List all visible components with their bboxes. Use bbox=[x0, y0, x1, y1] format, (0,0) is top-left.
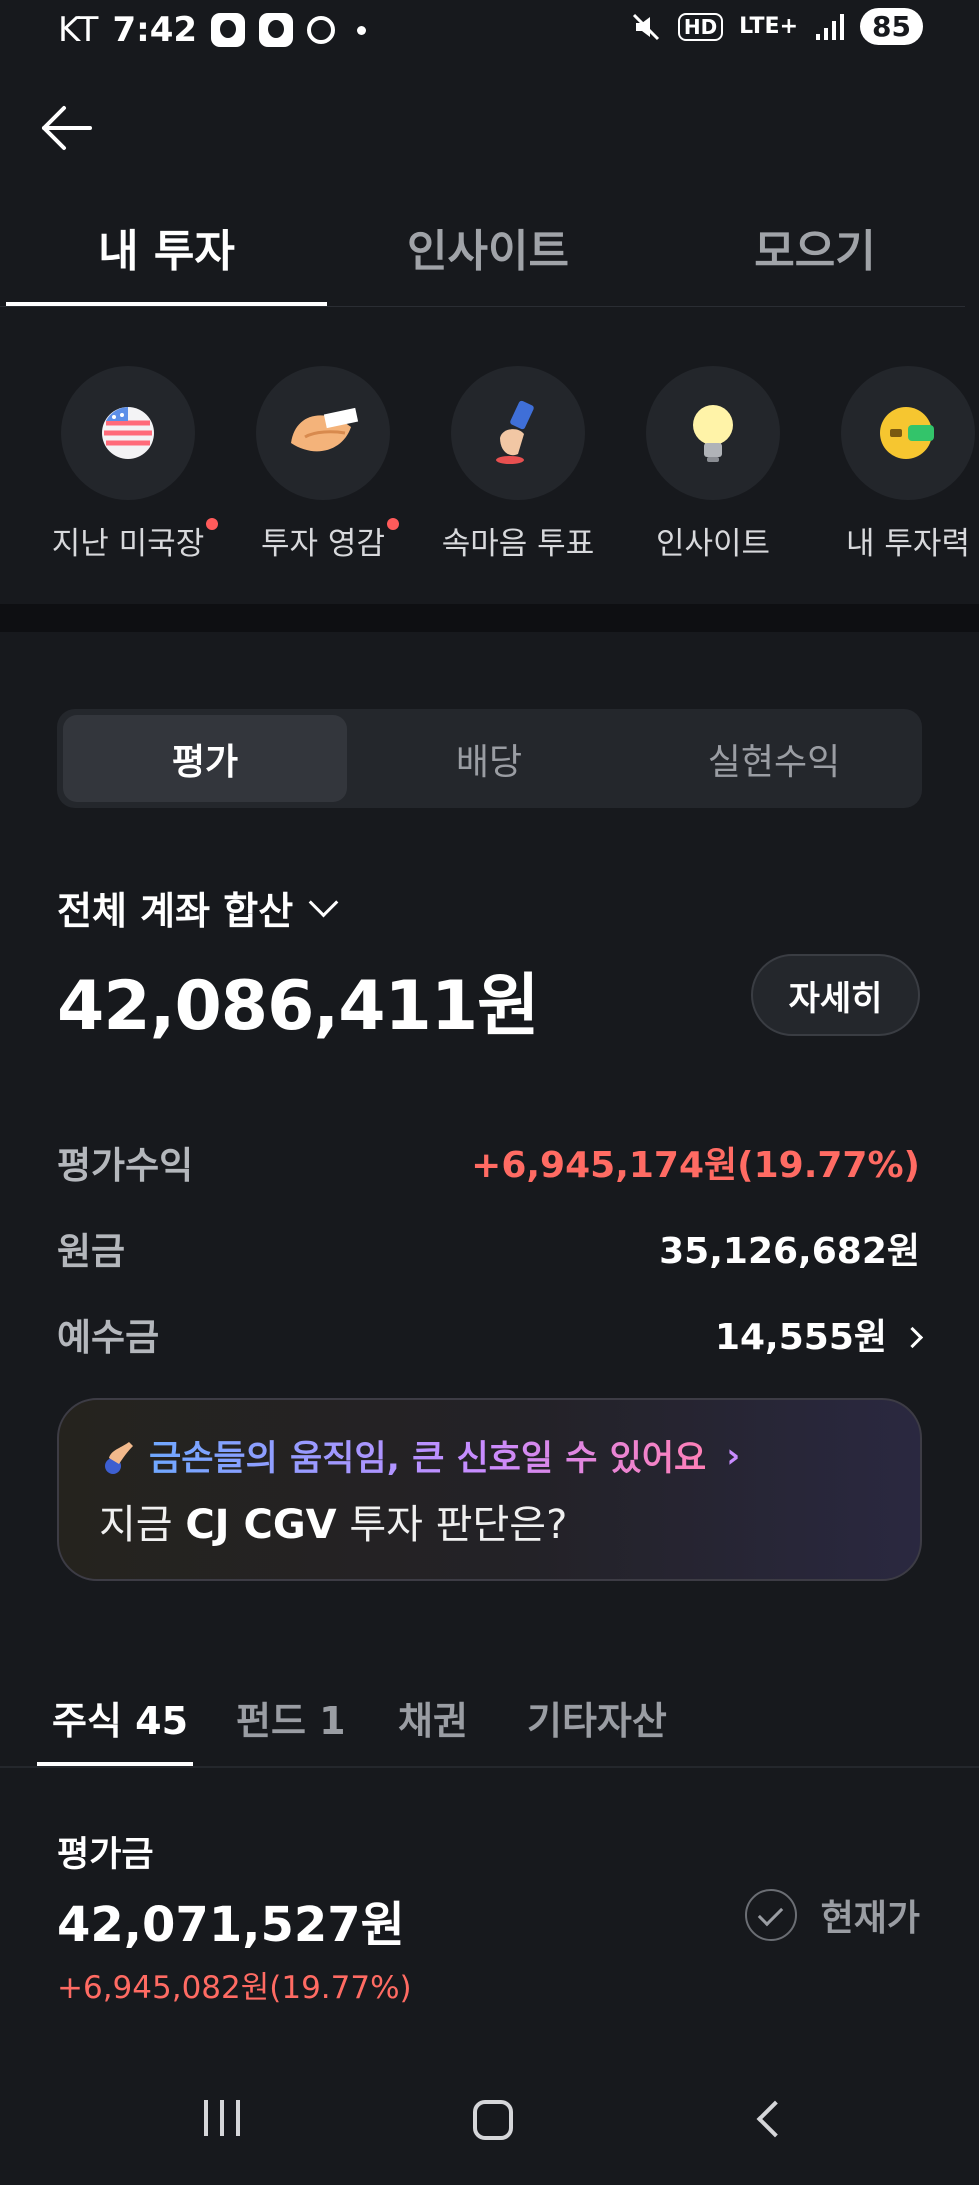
arrow-left-icon bbox=[42, 106, 92, 150]
banner-question-prefix: 지금 bbox=[99, 1502, 186, 1548]
tab-collect[interactable]: 모으기 bbox=[649, 215, 979, 279]
system-back-button[interactable] bbox=[756, 2100, 794, 2138]
us-flag-ball-icon bbox=[61, 366, 195, 500]
shortcut-label: 지난 미국장 bbox=[51, 526, 205, 562]
hd-icon: HD bbox=[677, 12, 724, 41]
status-bar-left: KT 7:42 bbox=[58, 10, 367, 50]
section-separator bbox=[0, 604, 979, 632]
clock: 7:42 bbox=[112, 10, 198, 50]
eval-amount-value: 42,071,527원 bbox=[57, 1897, 405, 1953]
shortcut-inspiration[interactable]: 투자 영감 bbox=[228, 366, 418, 563]
app-notification-icon bbox=[211, 13, 246, 47]
more-notifications-icon bbox=[357, 25, 367, 35]
signal-icon bbox=[816, 13, 845, 40]
details-button[interactable]: 자세히 bbox=[751, 954, 920, 1036]
tab-divider bbox=[0, 306, 965, 307]
asset-tab-funds[interactable]: 펀드 1 bbox=[236, 1690, 346, 1745]
pointing-hand-icon bbox=[105, 1441, 133, 1474]
shortcut-vote[interactable]: 속마음 투표 bbox=[423, 366, 613, 563]
lightbulb-icon bbox=[646, 366, 780, 500]
recent-apps-button[interactable] bbox=[204, 2100, 240, 2136]
segment-evaluation[interactable]: 평가 bbox=[63, 715, 347, 802]
alarm-icon bbox=[307, 16, 336, 44]
fortune-cookie-icon bbox=[256, 366, 390, 500]
profit-value: +6,945,174원(19.77%) bbox=[471, 1145, 920, 1186]
total-balance: 42,086,411원 bbox=[57, 967, 540, 1046]
segment-dividend[interactable]: 배당 bbox=[347, 715, 631, 802]
profit-label: 평가수익 bbox=[57, 1144, 194, 1187]
account-selector-label: 전체 계좌 합산 bbox=[57, 889, 294, 933]
asset-tab-divider bbox=[0, 1766, 979, 1768]
deposit-label: 예수금 bbox=[57, 1316, 160, 1359]
status-bar-right: HD LTE+ 85 bbox=[630, 8, 923, 45]
carrier-label: KT bbox=[58, 10, 99, 50]
main-tabs: 내 투자 인사이트 모으기 bbox=[0, 215, 979, 307]
app-notification-icon bbox=[259, 13, 294, 47]
chevron-right-icon: › bbox=[726, 1435, 741, 1476]
shortcut-label: 인사이트 bbox=[655, 526, 771, 562]
vote-stamp-icon bbox=[451, 366, 585, 500]
battery-indicator: 85 bbox=[860, 8, 923, 45]
segment-realized-profit[interactable]: 실현수익 bbox=[632, 715, 916, 802]
evaluation-segment-control: 평가 배당 실현수익 bbox=[57, 709, 922, 808]
investment-power-icon bbox=[841, 366, 975, 500]
eval-profit-value: +6,945,082원(19.77%) bbox=[57, 1970, 412, 2006]
tab-insight[interactable]: 인사이트 bbox=[327, 215, 649, 279]
shortcut-label: 투자 영감 bbox=[261, 526, 385, 562]
principal-value: 35,126,682원 bbox=[659, 1231, 920, 1272]
shortcut-label: 내 투자력 bbox=[846, 526, 970, 562]
network-label: LTE+ bbox=[739, 14, 799, 39]
eval-amount-label: 평가금 bbox=[57, 1835, 154, 1875]
deposit-row[interactable]: 14,555원 bbox=[714, 1308, 924, 1360]
shortcut-label: 속마음 투표 bbox=[441, 526, 595, 562]
shortcut-investment-power[interactable]: 내 투자력 bbox=[813, 366, 979, 563]
banner-headline: 금손들의 움직임, 큰 신호일 수 있어요 bbox=[149, 1430, 706, 1481]
chevron-right-icon bbox=[901, 1326, 924, 1349]
chevron-down-icon bbox=[308, 887, 339, 918]
asset-tab-bonds[interactable]: 채권 bbox=[398, 1690, 468, 1745]
check-icon bbox=[744, 1889, 797, 1941]
principal-label: 원금 bbox=[57, 1230, 126, 1273]
banner-question-suffix: 투자 판단은? bbox=[336, 1502, 568, 1548]
current-price-toggle[interactable]: 현재가 bbox=[744, 1889, 920, 1941]
banner-stock-name: CJ CGV bbox=[185, 1502, 337, 1548]
asset-tab-other[interactable]: 기타자산 bbox=[527, 1690, 667, 1745]
back-button[interactable] bbox=[36, 98, 106, 158]
shortcut-insight[interactable]: 인사이트 bbox=[618, 366, 808, 563]
account-selector[interactable]: 전체 계좌 합산 bbox=[57, 880, 339, 935]
deposit-value: 14,555원 bbox=[714, 1317, 887, 1358]
banner-question: 지금 CJ CGV 투자 판단은? bbox=[99, 1492, 567, 1550]
asset-tab-stocks[interactable]: 주식 45 bbox=[52, 1690, 188, 1745]
promo-banner[interactable]: 금손들의 움직임, 큰 신호일 수 있어요 › 지금 CJ CGV 투자 판단은… bbox=[57, 1398, 922, 1581]
tab-my-investment[interactable]: 내 투자 bbox=[6, 215, 327, 279]
new-badge bbox=[206, 518, 219, 530]
mute-icon bbox=[632, 13, 659, 40]
home-button[interactable] bbox=[473, 2100, 513, 2140]
new-badge bbox=[386, 518, 399, 530]
recent-apps-icon bbox=[204, 2100, 208, 2136]
current-price-label: 현재가 bbox=[820, 1898, 920, 1939]
shortcut-us-market[interactable]: 지난 미국장 bbox=[33, 366, 223, 563]
